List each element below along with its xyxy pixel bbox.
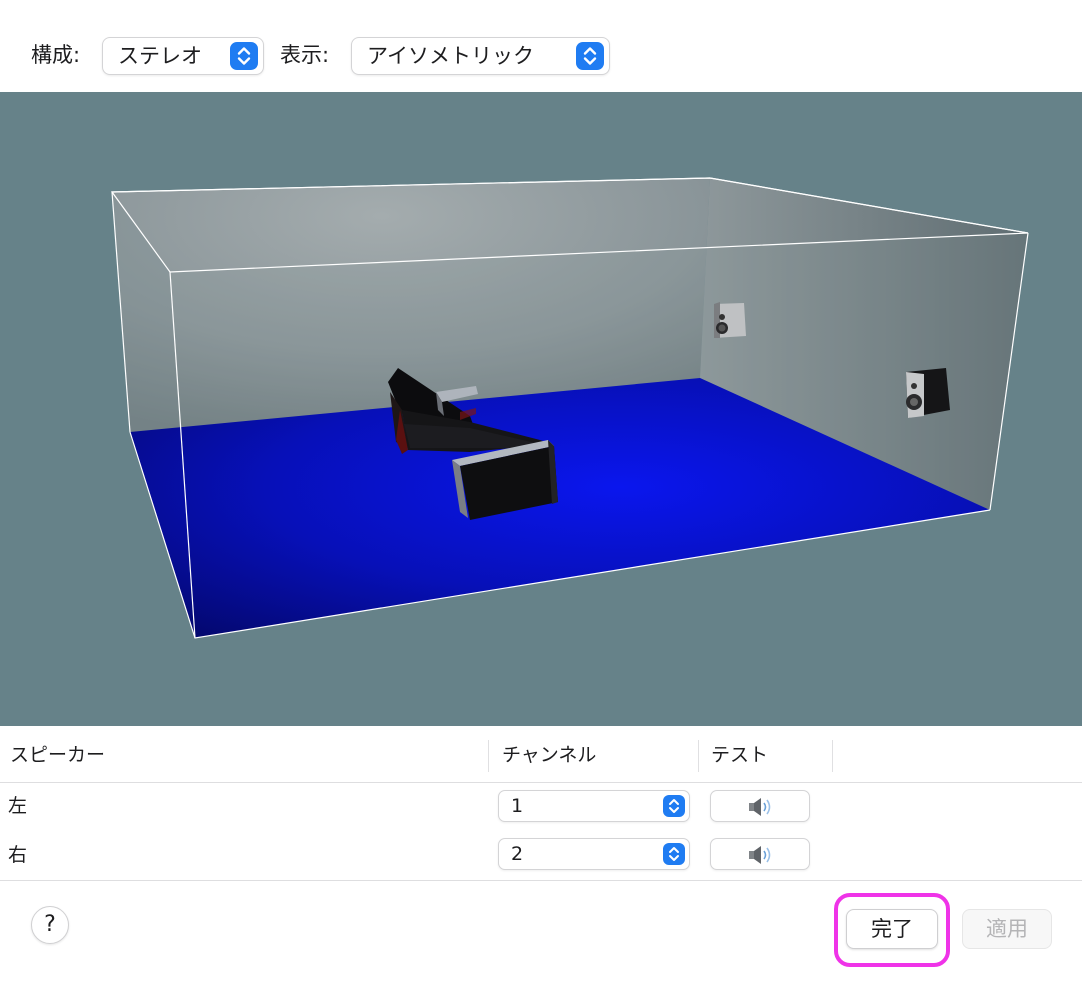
channel-popup[interactable]: 2 (498, 838, 690, 870)
toolbar: 構成: ステレオ 表示: アイソメトリック (0, 0, 1082, 92)
chevron-updown-icon (230, 42, 258, 70)
header-speaker[interactable]: スピーカー (10, 741, 105, 769)
config-label: 構成: (31, 43, 81, 67)
channel-value: 2 (511, 843, 524, 865)
speaker-name: 左 (8, 795, 28, 817)
chevron-updown-icon (663, 843, 685, 865)
column-divider[interactable] (488, 740, 489, 772)
column-divider[interactable] (698, 740, 699, 772)
config-value: ステレオ (118, 44, 202, 68)
done-button[interactable]: 完了 (846, 909, 938, 949)
channel-popup[interactable]: 1 (498, 790, 690, 822)
view-value: アイソメトリック (367, 44, 534, 68)
header-channel[interactable]: チャンネル (502, 741, 596, 769)
header-test[interactable]: テスト (711, 741, 768, 769)
test-button[interactable] (710, 790, 810, 822)
speaker-volume-icon (749, 846, 771, 864)
chevron-updown-icon (576, 42, 604, 70)
view-label: 表示: (280, 43, 330, 67)
test-button[interactable] (710, 838, 810, 870)
header-separator (0, 782, 1082, 783)
room-3d-view[interactable] (0, 92, 1082, 726)
apply-button[interactable]: 適用 (962, 909, 1052, 949)
speaker-name: 右 (8, 844, 28, 866)
table-bottom-separator (0, 880, 1082, 881)
speaker-table: スピーカー チャンネル テスト 左 1 右 2 (0, 726, 1082, 882)
chevron-updown-icon (663, 795, 685, 817)
view-popup[interactable]: アイソメトリック (351, 37, 610, 75)
speaker-volume-icon (749, 798, 771, 816)
speaker-left-icon[interactable] (714, 302, 746, 338)
config-popup[interactable]: ステレオ (102, 37, 264, 75)
speaker-right-icon[interactable] (906, 368, 950, 418)
column-divider[interactable] (832, 740, 833, 772)
channel-value: 1 (511, 795, 524, 817)
help-button[interactable]: ? (31, 906, 69, 944)
